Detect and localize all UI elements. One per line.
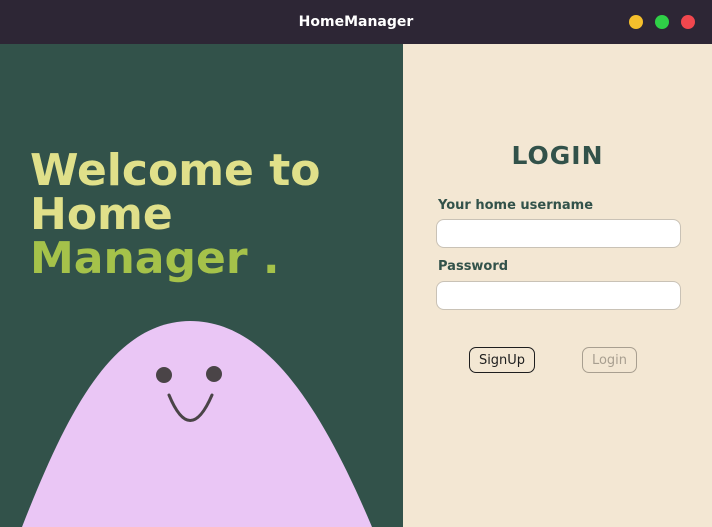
title-bar: HomeManager xyxy=(0,0,712,44)
signup-button[interactable]: SignUp xyxy=(469,347,535,373)
window-controls xyxy=(629,15,695,29)
smiling-blob-illustration xyxy=(22,321,372,527)
login-panel: LOGIN Your home username Password SignUp… xyxy=(403,44,712,527)
minimize-button[interactable] xyxy=(629,15,643,29)
username-label: Your home username xyxy=(438,198,594,213)
password-label: Password xyxy=(438,259,509,274)
maximize-button[interactable] xyxy=(655,15,669,29)
blob-left-eye xyxy=(156,367,172,383)
login-title: LOGIN xyxy=(511,141,604,170)
login-button[interactable]: Login xyxy=(582,347,637,373)
welcome-panel: Welcome to Home Manager . xyxy=(0,44,403,527)
blob-body xyxy=(22,321,372,527)
password-input[interactable] xyxy=(436,281,681,310)
window-title: HomeManager xyxy=(298,14,414,30)
close-button[interactable] xyxy=(681,15,695,29)
blob-right-eye xyxy=(206,366,222,382)
username-input[interactable] xyxy=(436,219,681,248)
